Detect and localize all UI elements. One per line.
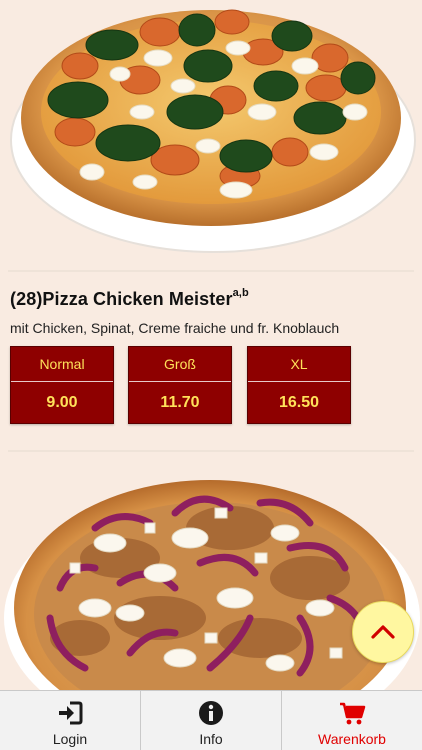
nav-item-login[interactable]: Login <box>0 691 140 750</box>
item-name: (28)Pizza Chicken Meister <box>10 289 233 309</box>
bottom-nav: Login Info Warenkorb <box>0 690 422 750</box>
nav-label-login: Login <box>52 731 88 747</box>
price-value-xl: 16.50 <box>278 394 320 411</box>
allergen-superscript: a,b <box>232 287 249 299</box>
item-title: (28)Pizza Chicken Meistera,b <box>10 287 249 310</box>
divider-top <box>8 270 414 272</box>
chevron-up-icon <box>371 625 395 639</box>
size-label-gross: Groß <box>129 347 231 382</box>
price-value-gross: 11.70 <box>160 394 200 411</box>
pizza-chicken-meister-image <box>0 0 422 272</box>
nav-label-info: Info <box>199 731 223 747</box>
info-icon <box>199 701 223 725</box>
price-button-xl[interactable]: XL 16.50 <box>247 346 351 424</box>
size-label-normal: Normal <box>11 347 113 382</box>
price-button-gross[interactable]: Groß 11.70 <box>128 346 232 424</box>
item-description: mit Chicken, Spinat, Creme fraiche und f… <box>10 320 340 336</box>
scroll-to-top-button[interactable] <box>352 601 414 663</box>
nav-item-info[interactable]: Info <box>140 691 281 750</box>
price-button-normal[interactable]: Normal 9.00 <box>10 346 114 424</box>
divider-middle <box>8 450 414 452</box>
login-icon <box>59 701 83 725</box>
next-pizza-image <box>0 468 422 690</box>
nav-item-warenkorb[interactable]: Warenkorb <box>281 691 422 750</box>
nav-label-warenkorb: Warenkorb <box>318 731 386 747</box>
cart-icon <box>340 702 366 725</box>
price-value-normal: 9.00 <box>46 394 78 411</box>
size-label-xl: XL <box>248 347 350 382</box>
